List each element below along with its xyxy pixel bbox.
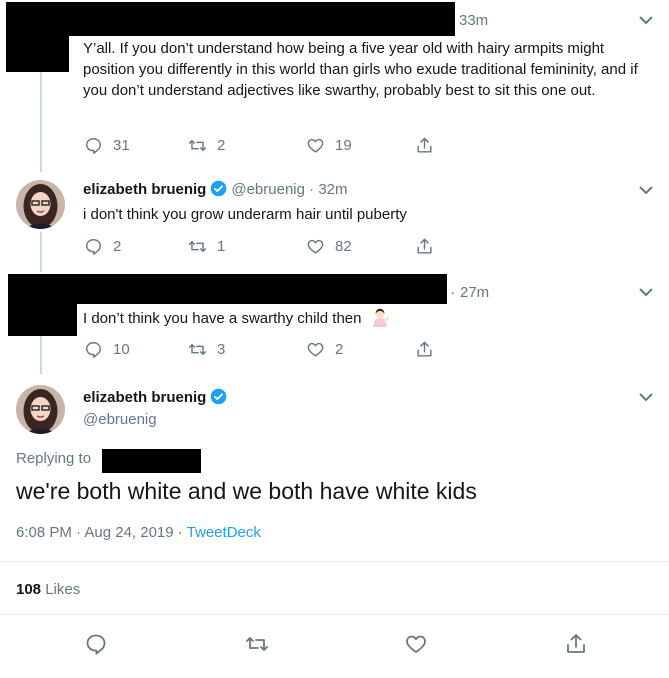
main-tweet-text: we're both white and we both have white … [16,478,477,504]
author-name[interactable]: elizabeth bruenig [83,389,206,406]
tweet3-time[interactable]: 27m [460,284,489,301]
retweet-count: 3 [217,341,226,358]
reply-icon [86,138,101,154]
replying-to-label: Replying to [16,450,92,467]
share-icon[interactable] [564,632,588,656]
chevron-down-icon[interactable] [637,14,655,26]
heart-icon[interactable] [404,632,428,656]
replying-to: Replying to [16,450,91,467]
like-button[interactable]: 19 [306,136,352,155]
reply-button[interactable]: 10 [84,340,130,359]
retweet-icon [188,140,207,151]
like-button[interactable]: 82 [306,237,352,256]
reply-icon[interactable] [84,632,108,656]
redacted-name-1 [69,2,455,36]
redacted-name-3 [77,274,447,304]
tweet2-time[interactable]: 32m [318,181,347,198]
redacted-reply-target[interactable] [102,449,201,473]
tweet3-text: I don’t think you have a swarthy child t… [83,310,362,327]
retweet-button[interactable]: 3 [188,340,225,359]
retweet-icon[interactable] [244,632,270,656]
reply-count: 31 [113,137,130,154]
share-button[interactable] [415,136,444,155]
author-handle[interactable]: @ebruenig [231,181,305,198]
reply-button[interactable]: 31 [84,136,130,155]
thread-line [40,336,42,374]
tweet3-body: I don’t think you have a swarthy child t… [83,307,390,329]
reply-count: 10 [113,341,130,358]
divider [0,614,669,615]
reply-count: 2 [113,238,122,255]
retweet-button[interactable]: 2 [188,136,225,155]
share-icon [417,341,432,357]
tweet3-time-sep: · [450,284,455,301]
author-handle[interactable]: @ebruenig [83,411,157,428]
heart-icon [307,239,324,254]
retweet-button[interactable]: 1 [188,237,225,256]
thread-line [40,232,42,272]
share-button[interactable] [415,340,444,359]
thread-line [40,72,42,172]
author-name[interactable]: elizabeth bruenig [83,181,206,198]
verified-badge-icon [211,180,227,197]
retweet-icon [188,344,207,355]
redacted-author-3 [8,274,77,336]
share-icon [417,137,432,153]
share-button[interactable] [415,237,444,256]
share-icon [417,238,432,254]
avatar[interactable] [16,180,65,229]
retweet-icon [188,241,207,252]
redacted-author-1 [6,2,69,72]
like-count: 2 [335,341,344,358]
tweet2-header: elizabeth bruenig @ebruenig · 32m [83,180,348,198]
like-count: 19 [335,137,352,154]
likes-label: Likes [45,581,81,598]
tweet-meta: 6:08 PM · Aug 24, 2019 · TweetDeck [16,524,261,541]
chevron-down-icon[interactable] [637,286,655,298]
like-count: 82 [335,238,352,255]
reply-icon [86,239,101,255]
tweet1-time[interactable]: 33m [459,12,488,29]
chevron-down-icon[interactable] [637,184,655,196]
likes-count: 108 [16,581,42,598]
heart-icon [307,342,324,357]
tweet1-text: Y’all. If you don’t understand how being… [83,40,638,99]
heart-icon [307,138,324,153]
tweet-timestamp[interactable]: 6:08 PM · Aug 24, 2019 · [16,524,187,541]
retweet-count: 2 [217,137,226,154]
verified-badge-icon [211,388,227,405]
reply-icon [86,342,101,358]
tweet-source-link[interactable]: TweetDeck [187,524,261,541]
chevron-down-icon[interactable] [637,391,655,403]
divider [0,561,669,562]
likes-summary[interactable]: 108 Likes [16,581,80,598]
woman-tipping-hand-emoji-icon [372,308,389,327]
retweet-count: 1 [217,238,226,255]
main-author: elizabeth bruenig [83,388,231,407]
avatar[interactable] [16,385,65,434]
reply-button[interactable]: 2 [84,237,121,256]
tweet2-text: i don't think you grow underarm hair unt… [83,206,407,223]
like-button[interactable]: 2 [306,340,343,359]
